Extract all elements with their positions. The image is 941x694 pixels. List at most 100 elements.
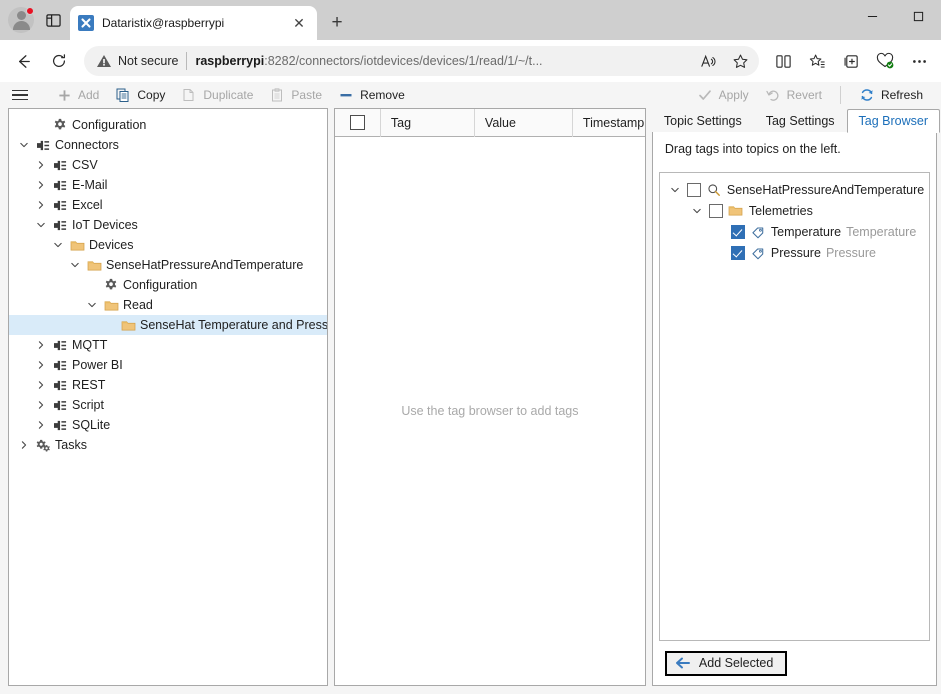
chevron-down-icon[interactable] (68, 258, 82, 272)
tab-label: Tag Settings (765, 114, 835, 128)
read-aloud-icon[interactable] (695, 48, 721, 74)
refresh-button[interactable]: Refresh (851, 84, 931, 106)
tag-icon (750, 224, 766, 240)
paste-button-label: Paste (291, 88, 323, 102)
paste-button[interactable]: Paste (261, 84, 330, 106)
back-button[interactable] (6, 45, 40, 77)
new-tab-button[interactable]: + (323, 9, 351, 37)
arrow-left-icon (675, 657, 691, 669)
tag-browser-item-label: Telemetries (748, 203, 813, 218)
chevron-down-icon[interactable] (668, 183, 682, 197)
chevron-down-icon[interactable] (51, 238, 65, 252)
tree-item[interactable]: IoT Devices (9, 215, 327, 235)
avatar-body-icon (12, 21, 30, 30)
tab-label: Topic Settings (663, 114, 742, 128)
tree-item[interactable]: Excel (9, 195, 327, 215)
chevron-right-icon[interactable] (34, 418, 48, 432)
tree-item[interactable]: SQLite (9, 415, 327, 435)
tag-browser-item[interactable]: Temperature Temperature (660, 221, 929, 242)
tag-checkbox[interactable] (730, 245, 745, 260)
tree-item[interactable]: SenseHat Temperature and Pressure (9, 315, 327, 335)
tag-checkbox[interactable] (730, 224, 745, 239)
tree-item[interactable]: Devices (9, 235, 327, 255)
tag-checkbox[interactable] (708, 203, 723, 218)
chevron-down-icon[interactable] (85, 298, 99, 312)
tree-item[interactable]: Configuration (9, 115, 327, 135)
tree-item[interactable]: Connectors (9, 135, 327, 155)
chevron-down-icon[interactable] (690, 204, 704, 218)
tree-item[interactable]: Read (9, 295, 327, 315)
tag-browser-item[interactable]: Telemetries (660, 200, 929, 221)
url-path: :8282/connectors/iotdevices/devices/1/re… (264, 54, 543, 68)
tree-item[interactable]: Power BI (9, 355, 327, 375)
security-indicator[interactable]: Not secure (96, 53, 178, 69)
tree-item[interactable]: Configuration (9, 275, 327, 295)
hamburger-menu-icon[interactable] (12, 84, 38, 106)
chevron-down-icon[interactable] (34, 218, 48, 232)
star-icon[interactable] (727, 48, 753, 74)
split-screen-icon[interactable] (767, 45, 799, 77)
tag-browser-item[interactable]: Pressure Pressure (660, 242, 929, 263)
chevron-right-icon[interactable] (17, 438, 31, 452)
profile-avatar[interactable] (8, 7, 34, 33)
column-header-value[interactable]: Value (475, 108, 573, 137)
chevron-right-icon[interactable] (34, 338, 48, 352)
select-all-header[interactable] (335, 108, 381, 137)
tree-item[interactable]: Script (9, 395, 327, 415)
chevron-right-icon[interactable] (34, 378, 48, 392)
tab-topic-settings[interactable]: Topic Settings (651, 109, 754, 132)
maximize-button[interactable] (895, 0, 941, 32)
omnibox-divider (186, 52, 188, 70)
column-header-timestamp[interactable]: Timestamp (573, 109, 645, 137)
minimize-button[interactable] (849, 0, 895, 32)
column-header-tag[interactable]: Tag (381, 108, 475, 137)
copy-button[interactable]: Copy (107, 84, 173, 106)
revert-button[interactable]: Revert (757, 84, 830, 106)
refresh-icon (859, 87, 875, 103)
settings-more-icon[interactable] (903, 45, 935, 77)
duplicate-button[interactable]: Duplicate (173, 84, 261, 106)
tree-item[interactable]: REST (9, 375, 327, 395)
chevron-right-icon[interactable] (34, 178, 48, 192)
tab-tag-browser[interactable]: Tag Browser (846, 109, 941, 133)
tree-item-label: Configuration (123, 277, 198, 292)
tree-item[interactable]: MQTT (9, 335, 327, 355)
tree-item-label: IoT Devices (72, 217, 138, 232)
browser-tab[interactable]: Dataristix@raspberrypi ✕ (70, 6, 317, 40)
apply-button[interactable]: Apply (689, 84, 757, 106)
close-icon[interactable]: ✕ (289, 13, 309, 33)
tag-browser-item[interactable]: SenseHatPressureAndTemperature (660, 179, 929, 200)
minus-icon (338, 87, 354, 103)
tab-title: Dataristix@raspberrypi (102, 16, 225, 30)
tag-browser-pane: Drag tags into topics on the left. Sense… (651, 131, 937, 686)
tree-item[interactable]: SenseHatPressureAndTemperature (9, 255, 327, 275)
tab-actions-icon[interactable] (40, 7, 66, 33)
favorites-icon[interactable] (801, 45, 833, 77)
tree-item[interactable]: CSV (9, 155, 327, 175)
browser-essentials-icon[interactable] (869, 45, 901, 77)
chevron-right-icon[interactable] (34, 358, 48, 372)
app-panels: Configuration Connectors CSV E-Mail Excel IoT… (0, 108, 941, 694)
reload-button[interactable] (42, 45, 76, 77)
tag-browser-item-description: Temperature (846, 224, 917, 239)
revert-button-label: Revert (786, 88, 822, 102)
gear-icon (103, 277, 119, 293)
tree-item[interactable]: Tasks (9, 435, 327, 455)
gear-icon (52, 117, 68, 133)
select-all-checkbox[interactable] (349, 115, 365, 130)
chevron-right-icon[interactable] (34, 398, 48, 412)
chevron-right-icon[interactable] (34, 198, 48, 212)
address-bar[interactable]: Not secure raspberrypi:8282/connectors/i… (84, 46, 759, 76)
chevron-down-icon[interactable] (17, 138, 31, 152)
tag-checkbox[interactable] (686, 182, 701, 197)
tree-item[interactable]: E-Mail (9, 175, 327, 195)
add-selected-button[interactable]: Add Selected (664, 650, 788, 676)
remove-button[interactable]: Remove (330, 84, 413, 106)
collections-icon[interactable] (835, 45, 867, 77)
add-button[interactable]: Add (48, 84, 107, 106)
plug-icon (52, 217, 68, 233)
tree-item-label: MQTT (72, 337, 108, 352)
chevron-right-icon[interactable] (34, 158, 48, 172)
dataristix-favicon (78, 15, 94, 31)
tab-tag-settings[interactable]: Tag Settings (753, 109, 847, 132)
